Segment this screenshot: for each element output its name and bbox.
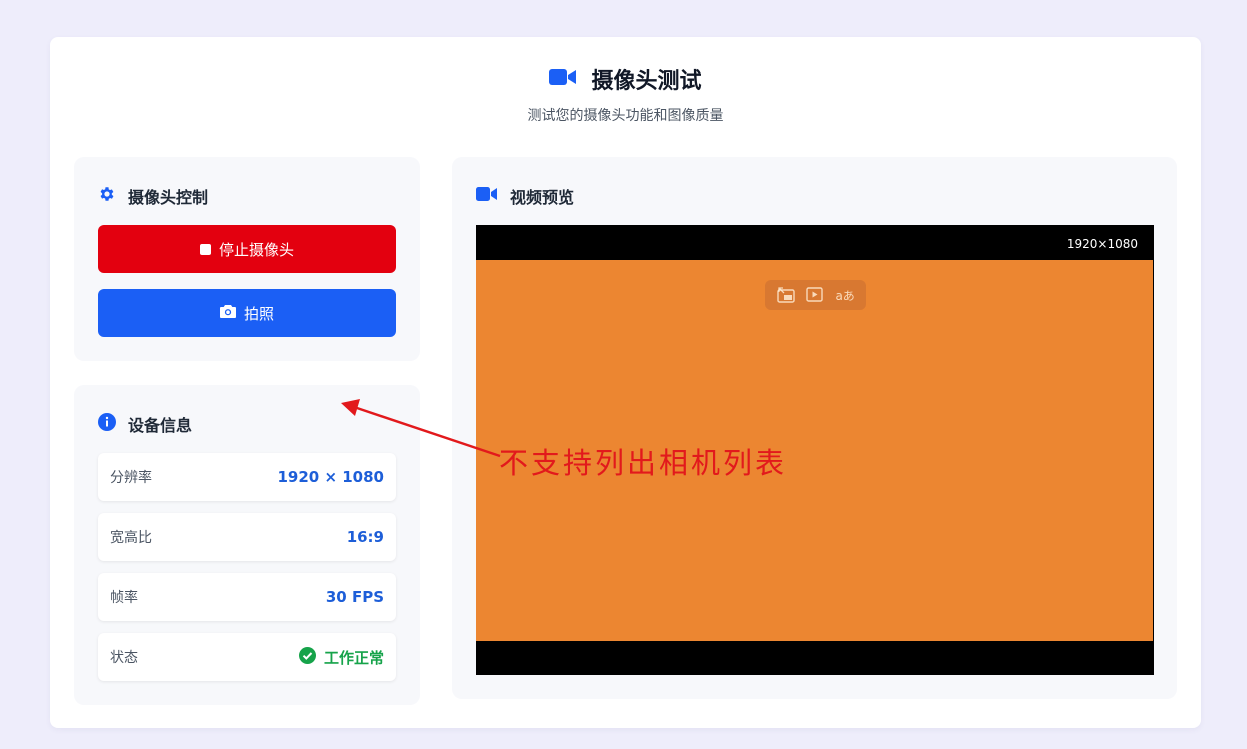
- info-label: 宽高比: [110, 530, 152, 546]
- main-card: 摄像头测试 测试您的摄像头功能和图像质量 摄像头控制 停止摄像头 拍照 设备信息…: [50, 37, 1201, 728]
- info-value: 30 FPS: [325, 588, 384, 606]
- check-circle-icon: [298, 646, 316, 668]
- info-value: 1920 × 1080: [277, 468, 384, 486]
- device-info-title: 设备信息: [128, 416, 193, 435]
- camera-control-panel: 摄像头控制 停止摄像头 拍照: [74, 157, 420, 361]
- device-info-panel: 设备信息 分辨率 1920 × 1080 宽高比 16:9 帧率 30 FPS …: [74, 385, 420, 705]
- stop-camera-label: 停止摄像头: [218, 240, 294, 259]
- resolution-badge: 1920×1080: [1066, 237, 1138, 251]
- info-value: 16:9: [346, 528, 384, 546]
- page-subtitle: 测试您的摄像头功能和图像质量: [527, 108, 724, 124]
- camera-control-title: 摄像头控制: [128, 188, 209, 207]
- translate-icon[interactable]: aあ: [834, 284, 856, 306]
- info-row-status: 状态 工作正常: [98, 633, 396, 681]
- info-label: 状态: [110, 650, 138, 666]
- info-label: 帧率: [110, 590, 138, 606]
- video-camera-icon: [549, 67, 577, 91]
- gear-icon: [98, 185, 116, 207]
- stop-icon: [199, 243, 211, 255]
- info-row-aspect: 宽高比 16:9: [98, 513, 396, 561]
- stop-camera-button[interactable]: 停止摄像头: [98, 225, 396, 273]
- take-photo-button[interactable]: 拍照: [98, 289, 396, 337]
- status-badge: 工作正常: [298, 646, 384, 668]
- camera-icon: [219, 304, 236, 322]
- status-text: 工作正常: [323, 648, 384, 667]
- video-preview-title: 视频预览: [510, 188, 575, 207]
- info-row-framerate: 帧率 30 FPS: [98, 573, 396, 621]
- video-overlay-toolbar: aあ: [765, 280, 866, 310]
- video-preview-panel: 视频预览 aあ 1920×1080: [452, 157, 1177, 699]
- annotation-text: 不支持列出相机列表: [499, 446, 788, 480]
- page-header: 摄像头测试 测试您的摄像头功能和图像质量: [50, 65, 1201, 125]
- picture-in-picture-icon[interactable]: [775, 284, 797, 306]
- info-row-resolution: 分辨率 1920 × 1080: [98, 453, 396, 501]
- take-photo-label: 拍照: [243, 304, 274, 323]
- video-icon: [476, 186, 498, 206]
- info-icon: [98, 413, 116, 435]
- play-capture-icon[interactable]: [804, 284, 826, 306]
- page-title: 摄像头测试: [591, 69, 702, 94]
- info-label: 分辨率: [110, 470, 152, 486]
